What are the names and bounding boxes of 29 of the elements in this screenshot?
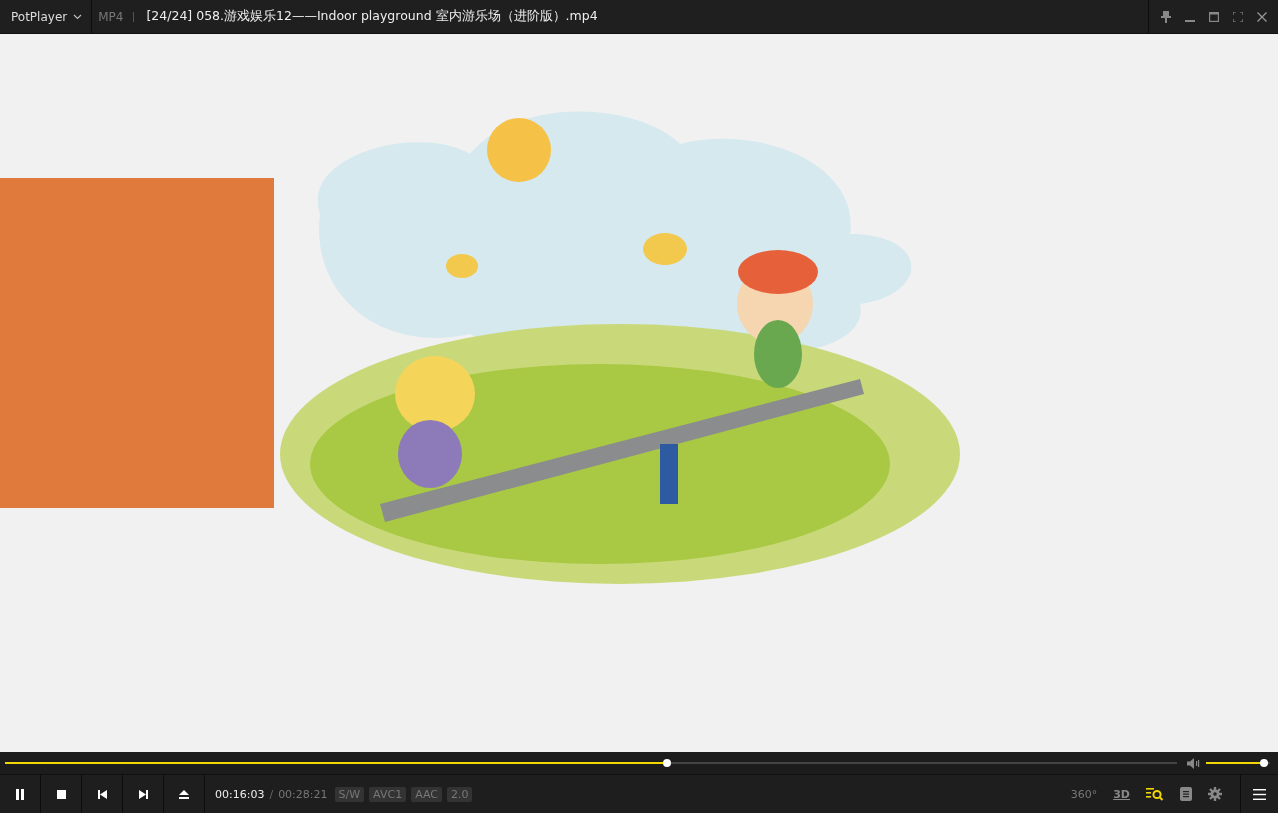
format-label: MP4 xyxy=(98,9,124,24)
menu-icon[interactable] xyxy=(1253,788,1266,800)
previous-icon xyxy=(97,789,107,799)
time-separator: / xyxy=(269,787,274,801)
current-time: 00:16:03 xyxy=(215,787,265,801)
codec-tag: AVC1 xyxy=(369,786,407,802)
eject-icon xyxy=(179,789,189,799)
volume-slider[interactable] xyxy=(1206,759,1270,767)
close-icon[interactable] xyxy=(1257,11,1267,22)
next-icon xyxy=(138,789,148,799)
speaker-icon[interactable] xyxy=(1187,757,1200,769)
volume-handle[interactable] xyxy=(1260,759,1269,767)
caret-icon xyxy=(73,13,83,20)
3d-button[interactable]: 3D xyxy=(1113,787,1130,801)
fullscreen-icon[interactable] xyxy=(1233,11,1243,22)
total-time: 00:28:21 xyxy=(278,787,328,801)
pin-icon[interactable] xyxy=(1161,10,1171,23)
maximize-icon[interactable] xyxy=(1209,11,1219,22)
stop-icon xyxy=(56,789,66,799)
settings-icon[interactable] xyxy=(1208,787,1222,801)
document-icon[interactable] xyxy=(1180,787,1192,801)
360-video-button[interactable]: 360° xyxy=(1070,787,1098,801)
codec-tag: 2.0 xyxy=(447,786,473,802)
codec-tag: AAC xyxy=(411,786,442,802)
pause-icon xyxy=(15,788,25,800)
window-title: [24/24] 058.游戏娱乐12——Indoor playground 室内游乐场（进阶版）.mp4 xyxy=(146,8,598,25)
seek-handle[interactable] xyxy=(663,759,672,767)
playlist-search-icon[interactable] xyxy=(1146,787,1164,801)
codec-tag: S/W xyxy=(334,786,365,802)
